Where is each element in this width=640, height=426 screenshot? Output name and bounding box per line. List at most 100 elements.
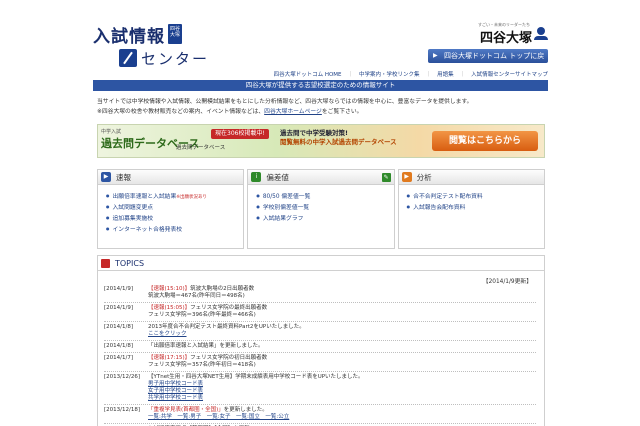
topic-date: [2014/1/9] [104,305,133,311]
past-exam-banner[interactable]: 中学入試 過去問データベース 現在306校掲載中! 過去問データベース 過去問で… [97,124,545,158]
topic-line-text: フェリス女学院の初日出願者数 [190,355,268,361]
banner-small-label: 中学入試 [101,129,122,135]
column-deviation-title: 偏差値 [266,172,289,182]
topic-row: [2014/1/7] 【速報(17:15)】フェリス女学院の初日出願者数 フェリス女… [104,353,536,372]
topic-link[interactable]: 男子用中学校コード表 [148,381,203,387]
topic-link[interactable]: 一覧:共学 一覧:男子 一覧:女子 一覧:国立 一覧:公立 [148,414,289,420]
topic-line-text: フェリス女学院＝357名(昨年初日＝418名) [148,362,256,368]
page: 入試情報 四谷大塚 センター すごい・未来のリーダーたち 四谷大塚 四谷大塚ドッ… [93,20,548,426]
list-item[interactable]: 学校別偏差値一覧 [256,202,393,213]
topic-line-text: 筑波大駒場＝467名(昨年同日＝498名) [148,293,245,299]
topic-line: 「重複学見表(首都圏・全国)」を更新しました。 [148,407,289,414]
banner-view-button[interactable]: 閲覧はこちらから [432,131,538,151]
link-text[interactable]: 80/50 偏差値一覧 [263,194,311,200]
topic-row: [2013/12/18] 「重複学見表(首都圏・全国)」を更新しました。 一覧:共学… [104,405,536,424]
list-item[interactable]: 入試結果グラフ [256,213,393,224]
topic-line: フェリス女学院＝357名(昨年初日＝418名) [148,362,267,369]
breadcrumb: 四谷大塚ドットコム HOME ｜ 中学案内・学校リンク集 ｜ 用語集 ｜ 入試情… [253,70,548,80]
list-item[interactable]: 80/50 偏差値一覧 [256,191,393,202]
pen-icon [119,49,137,67]
list-item[interactable]: インターネット合格発表校 [106,224,243,235]
topic-row: [2014/1/8] 「出願倍率速報と入試結果」を更新しました。 [104,341,536,353]
link-text[interactable]: 出願倍率速報と入試結果 [113,194,177,200]
topic-line-text: フェリス女学院の最終出願者数 [190,305,268,311]
topic-line: 一覧:共学 一覧:男子 一覧:女子 一覧:国立 一覧:公立 [148,414,289,421]
topic-line: 筑波大駒場＝467名(昨年同日＝498名) [148,293,254,300]
topic-date: [2013/12/18] [104,407,140,413]
breadcrumb-separator: ｜ [347,72,354,78]
intro-line2-post: をご覧下さい。 [321,109,363,115]
stamp-badge: 四谷大塚 [168,24,182,44]
back-to-top-button[interactable]: 四谷大塚ドットコム トップに戻る [428,49,548,74]
breadcrumb-sitemap[interactable]: 入試情報センターサイトマップ [471,70,548,80]
link-text[interactable]: 入試結果グラフ [263,216,304,222]
link-text[interactable]: 入試問題変更点 [113,205,154,211]
topic-highlight[interactable]: 【速報(17:15)】 [148,355,190,361]
intro-line2-pre: ※四谷大塚の校舎や教材販売などの案内、イベント情報などは、 [97,109,265,115]
edit-icon: ✎ [381,172,391,182]
topic-highlight[interactable]: 【速報(15:10)】 [148,286,190,292]
banner-count-badge: 現在306校掲載中! [211,129,269,139]
topic-text: 【速報(17:15)】フェリス女学院の初日出願者数 フェリス女学院＝357名(昨年… [148,355,267,369]
topics-list: [2014/1/9] 【速報(15:10)】筑波大駒場の2日出願者数 筑波大駒場＝4… [104,284,536,426]
banner-mid-line2: 閲覧無料の中学入試過去問データベース [280,138,397,146]
list-item[interactable]: 出願倍率速報と入試結果※出願状況あり [106,191,243,202]
breadcrumb-school-links[interactable]: 中学案内・学校リンク集 [359,70,420,80]
item-note: ※出願状況あり [176,195,208,200]
topic-link[interactable]: 共学用中学校コード表 [148,395,203,401]
topic-line: 【速報(15:10)】筑波大駒場の2日出願者数 [148,286,254,293]
topic-highlight[interactable]: 【速報(15:05)】 [148,305,190,311]
topic-line-text: 【YTnet生用・四谷大塚NET生用】学期末成績表用中学校コード表をUPいたしま… [148,374,364,380]
intro-line1: 当サイトでは中学校情報や入試情報、公開模試結果をもとにした分析情報など、四谷大塚… [97,99,473,105]
site-title[interactable]: 入試情報 四谷大塚 センター [93,22,215,70]
topic-link[interactable]: ここをクリック [148,331,187,337]
title-row2: センター [119,47,209,69]
topic-line-text: 2013年度合不合判定テスト最終資料Part2をUPいたしました。 [148,324,305,330]
topic-line-text: フェリス女学院＝396名(昨年最終＝466名) [148,312,256,318]
column-deviation-header: i 偏差値 ✎ [248,170,394,185]
topics-header: TOPICS [98,256,544,271]
topic-date: [2014/1/7] [104,355,133,361]
topic-line: 「出願倍率速報と入試結果」を更新しました。 [148,343,264,350]
column-analysis: ▶ 分析 合不合判定テスト配布資料 入試報告会配布資料 [397,169,545,249]
banner-sub-label: 過去問データベース [176,145,226,151]
topic-row: [2014/1/9] 【速報(15:10)】筑波大駒場の2日出願者数 筑波大駒場＝4… [104,284,536,303]
topic-date: [2014/1/8] [104,324,133,330]
link-text[interactable]: 追加募集実施校 [113,216,154,222]
topic-link[interactable]: 女子用中学校コード表 [148,388,203,394]
link-text[interactable]: 入試報告会配布資料 [413,205,465,211]
tagline-bar: 四谷大塚が提供する志望校選定のための情報サイト [93,80,548,91]
topic-line-text: 筑波大駒場の2日出願者数 [190,286,255,292]
breadcrumb-separator: ｜ [459,72,466,78]
column-bulletin-header: ▶ 速報 [98,170,244,185]
topic-row: [2014/1/8] 2013年度合不合判定テスト最終資料Part2をUPいたしま… [104,322,536,341]
title-line2: センター [141,49,210,68]
link-text[interactable]: 学校別偏差値一覧 [263,205,309,211]
topics-panel: TOPICS 【2014/1/9更新】 [2014/1/9] 【速報(15:10)… [97,255,545,426]
topic-date: [2014/1/9] [104,286,133,292]
list-item[interactable]: 入試問題変更点 [106,202,243,213]
column-bulletin: ▶ 速報 出願倍率速報と入試結果※出願状況あり 入試問題変更点 追加募集実施校 … [97,169,245,249]
link-text[interactable]: インターネット合格発表校 [113,227,183,233]
column-deviation: i 偏差値 ✎ 80/50 偏差値一覧 学校別偏差値一覧 入試結果グラフ [247,169,395,249]
breadcrumb-home[interactable]: 四谷大塚ドットコム HOME [274,70,342,80]
breadcrumb-separator: ｜ [425,72,432,78]
topic-highlight[interactable]: 「重複学見表(首都圏・全国)」 [148,407,224,413]
title-row1: 入試情報 四谷大塚 [93,22,182,47]
arrow-right-icon: ▶ [101,172,111,182]
title-line1: 入試情報 [93,26,165,47]
topic-line-text: を更新しました。 [223,407,268,413]
list-item[interactable]: 合不合判定テスト配布資料 [407,191,544,202]
list-item[interactable]: 追加募集実施校 [106,213,243,224]
yotsuya-homepage-link[interactable]: 四谷大塚ホームページ [264,109,322,115]
topic-line: 共学用中学校コード表 [148,395,364,402]
topic-line: 【速報(17:15)】フェリス女学院の初日出願者数 [148,355,267,362]
topic-date: [2013/12/26] [104,374,140,380]
topics-title: TOPICS [115,258,145,268]
yotsuya-logo[interactable]: すごい・未来のリーダーたち 四谷大塚 [438,22,548,46]
column-bulletin-title: 速報 [116,172,131,182]
topic-date: [2014/1/8] [104,343,133,349]
breadcrumb-glossary[interactable]: 用語集 [437,70,454,80]
list-item[interactable]: 入試報告会配布資料 [407,202,544,213]
link-text[interactable]: 合不合判定テスト配布資料 [413,194,483,200]
